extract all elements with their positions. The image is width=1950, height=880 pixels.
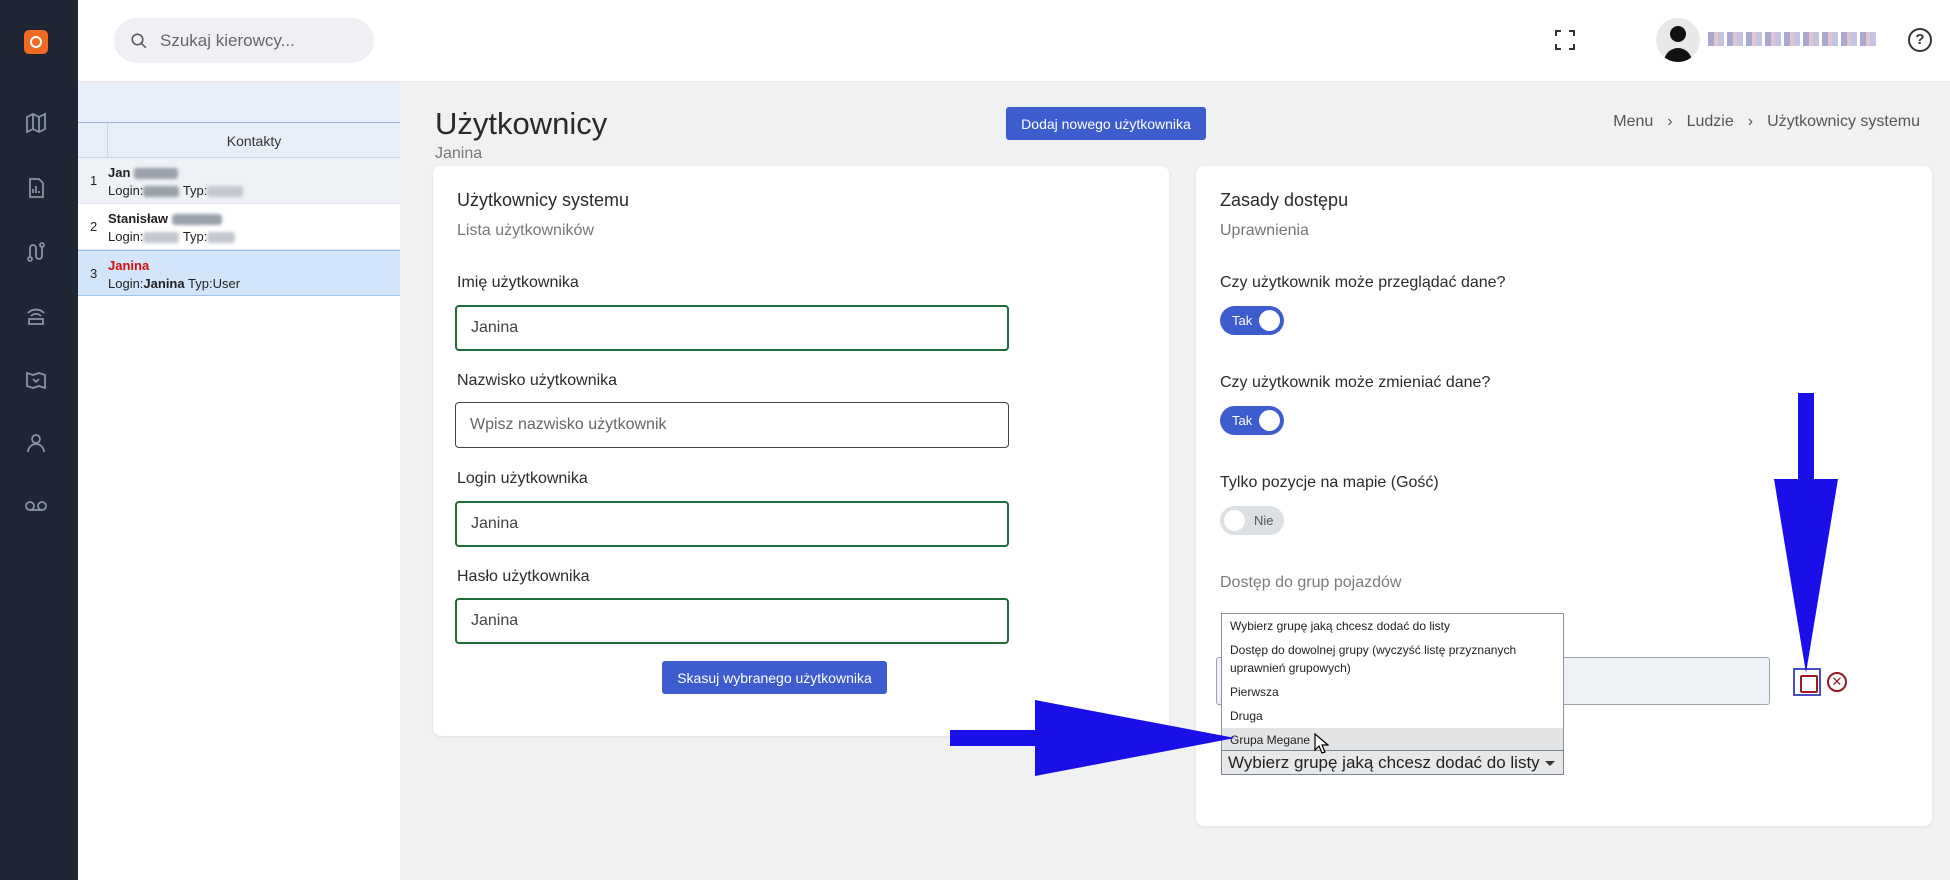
contact-login: Janina — [143, 276, 185, 291]
edit-permission-toggle[interactable]: Tak — [1220, 406, 1284, 435]
password-field[interactable] — [455, 598, 1009, 644]
breadcrumb: Menu › Ludzie › Użytkownicy systemu — [1613, 113, 1920, 130]
mouse-cursor-icon — [1314, 733, 1329, 754]
toggle-label: Tak — [1232, 413, 1253, 428]
dropdown-option-hovered[interactable]: Grupa Megane — [1222, 728, 1563, 752]
dropdown-option[interactable]: Wybierz grupę jaką chcesz dodać do listy — [1222, 614, 1563, 638]
toggle-knob — [1259, 310, 1280, 331]
type-prefix: Typ: — [188, 276, 213, 291]
row-index: 2 — [90, 219, 98, 234]
toggle-knob — [1259, 410, 1280, 431]
dropdown-option[interactable]: Pierwsza — [1222, 680, 1563, 704]
redacted-login — [143, 186, 180, 198]
contacts-header: Kontakty — [78, 122, 400, 158]
contacts-band — [78, 82, 400, 122]
row-index: 1 — [90, 173, 98, 188]
redacted-type — [207, 232, 236, 244]
login-prefix: Login: — [108, 276, 144, 291]
map-icon[interactable] — [24, 111, 48, 135]
group-dropdown-list: Wybierz grupę jaką chcesz dodać do listy… — [1221, 613, 1564, 753]
type-prefix: Typ: — [182, 229, 208, 244]
search-box[interactable] — [114, 18, 374, 63]
password-label: Hasło użytkownika — [457, 568, 590, 585]
guest-mode-label: Tylko pozycje na mapie (Gość) — [1220, 474, 1439, 491]
add-user-button[interactable]: Dodaj nowego użytkownika — [1006, 107, 1206, 140]
first-name-field[interactable] — [455, 305, 1009, 351]
vehicle-groups-title: Dostęp do grup pojazdów — [1220, 574, 1402, 591]
close-icon[interactable]: ✕ — [1827, 672, 1847, 692]
redacted-type — [207, 186, 244, 198]
type-prefix: Typ: — [182, 183, 208, 198]
person-icon[interactable] — [24, 431, 48, 455]
annotation-arrow-down-icon — [1774, 393, 1838, 673]
redacted-last-name — [171, 214, 222, 226]
fullscreen-icon[interactable] — [1553, 28, 1577, 52]
breadcrumb-people[interactable]: Ludzie — [1687, 113, 1734, 130]
help-icon[interactable]: ? — [1908, 28, 1932, 52]
contact-row-selected[interactable]: 3 Janina Login:Janina Typ:User — [78, 250, 400, 296]
top-bar: ? — [78, 0, 1950, 82]
app-logo[interactable] — [24, 30, 48, 54]
voicemail-icon[interactable] — [24, 494, 48, 518]
system-users-card: Użytkownicy systemu Lista użytkowników I… — [433, 166, 1169, 736]
card-title: Zasady dostępu — [1220, 190, 1349, 210]
route-icon[interactable] — [24, 240, 48, 264]
contact-type: User — [212, 276, 241, 291]
card-subtitle: Lista użytkowników — [457, 222, 594, 239]
last-name-field[interactable] — [455, 402, 1009, 448]
report-icon[interactable] — [24, 176, 48, 200]
view-permission-toggle[interactable]: Tak — [1220, 306, 1284, 335]
redacted-last-name — [134, 168, 179, 180]
contact-row[interactable]: 2 Stanisław Login: Typ: — [78, 204, 400, 250]
login-prefix: Login: — [108, 183, 144, 198]
dropdown-option[interactable]: Druga — [1222, 704, 1563, 728]
toggle-label: Tak — [1232, 313, 1253, 328]
dropdown-option[interactable]: Dostęp do dowolnej grupy (wyczyść listę … — [1222, 638, 1563, 680]
row-index: 3 — [90, 266, 98, 281]
contact-first-name: Stanisław — [108, 211, 168, 226]
login-prefix: Login: — [108, 229, 144, 244]
toggle-label: Nie — [1254, 513, 1274, 528]
breadcrumb-system-users: Użytkownicy systemu — [1767, 113, 1920, 130]
contacts-panel: Kontakty 1 Jan Login: Typ: 2 Stanisław L… — [78, 82, 400, 880]
view-permission-label: Czy użytkownik może przeglądać dane? — [1220, 274, 1506, 291]
page-title: Użytkownicy — [435, 106, 608, 141]
redacted-login — [143, 232, 180, 244]
contact-row[interactable]: 1 Jan Login: Typ: — [78, 158, 400, 204]
toggle-knob — [1224, 510, 1245, 531]
guest-mode-toggle[interactable]: Nie — [1220, 506, 1284, 535]
contact-first-name: Jan — [108, 165, 131, 180]
group-select[interactable]: Wybierz grupę jaką chcesz dodać do listy — [1221, 750, 1564, 775]
login-label: Login użytkownika — [457, 470, 588, 487]
page-subtitle: Janina — [435, 145, 483, 162]
card-subtitle: Uprawnienia — [1220, 222, 1309, 239]
annotation-arrow-right-icon — [950, 700, 1235, 776]
card-title: Użytkownicy systemu — [457, 190, 630, 210]
contact-first-name: Janina — [108, 258, 150, 273]
last-name-label: Nazwisko użytkownika — [457, 372, 618, 389]
breadcrumb-menu[interactable]: Menu — [1613, 113, 1653, 130]
avatar[interactable] — [1656, 18, 1700, 62]
first-name-label: Imię użytkownika — [457, 274, 579, 291]
user-name-redacted[interactable] — [1708, 32, 1878, 46]
sidebar-rail — [0, 0, 78, 880]
map-alt-icon[interactable] — [24, 368, 48, 392]
group-select-value: Wybierz grupę jaką chcesz dodać do listy — [1228, 753, 1540, 772]
index-column-header — [78, 123, 108, 157]
login-field[interactable] — [455, 501, 1009, 547]
search-icon — [131, 33, 147, 49]
chevron-down-icon — [1545, 761, 1555, 766]
contacts-header-label: Kontakty — [226, 133, 282, 149]
delete-user-button[interactable]: Skasuj wybranego użytkownika — [662, 661, 887, 694]
search-input[interactable] — [160, 18, 360, 63]
edit-permission-label: Czy użytkownik może zmieniać dane? — [1220, 374, 1491, 391]
signal-icon[interactable] — [24, 304, 48, 328]
